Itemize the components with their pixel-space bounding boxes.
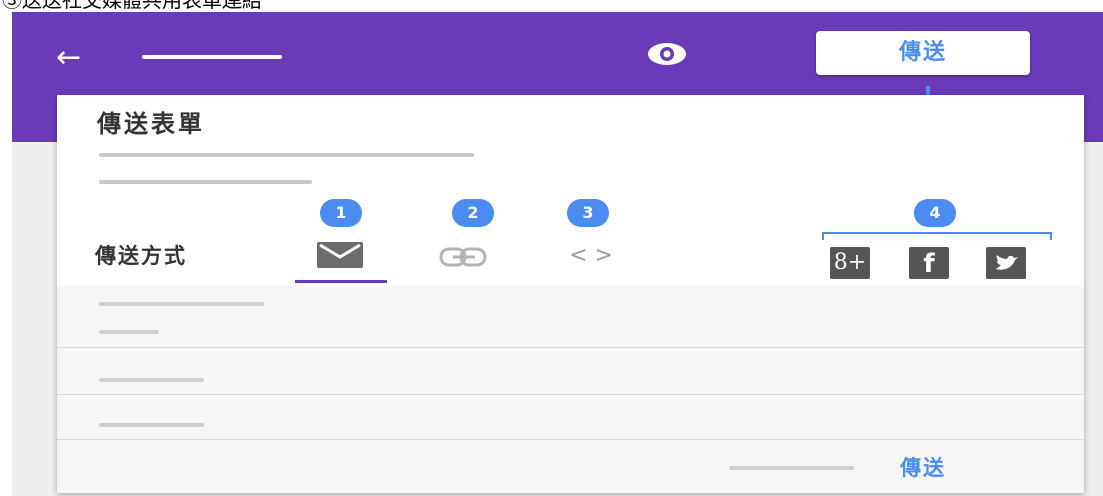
- send-method-label: 傳送方式: [95, 244, 187, 268]
- twitter-icon[interactable]: [986, 247, 1026, 279]
- facebook-icon[interactable]: f: [909, 247, 949, 279]
- form-title-placeholder: [142, 55, 282, 59]
- active-tab-indicator: [295, 280, 387, 283]
- list-item[interactable]: [57, 286, 1084, 346]
- send-form-dialog: 傳送表單 1 2 3 4 傳送方式 < > 8+ f 傳送: [57, 95, 1084, 493]
- placeholder-line: [99, 378, 204, 382]
- divider: [57, 439, 1084, 440]
- list-item[interactable]: [57, 395, 1084, 438]
- send-button-footer[interactable]: 傳送: [900, 454, 946, 482]
- step-badge-1: 1: [320, 199, 362, 227]
- google-plus-icon[interactable]: 8+: [830, 247, 870, 279]
- back-arrow-icon[interactable]: ←: [56, 43, 92, 73]
- placeholder-line: [99, 330, 159, 334]
- eye-icon[interactable]: [646, 41, 688, 67]
- social-group-bracket: [822, 232, 1052, 240]
- list-item[interactable]: [57, 348, 1084, 393]
- step-badge-2: 2: [452, 199, 494, 227]
- link-icon[interactable]: [439, 247, 489, 267]
- page-caption: ③送送社交媒體共用表單連結: [2, 0, 262, 12]
- send-button-header[interactable]: 傳送: [816, 31, 1030, 75]
- placeholder-line: [99, 153, 474, 157]
- placeholder-line: [99, 423, 204, 427]
- placeholder-line: [99, 180, 312, 184]
- email-icon[interactable]: [317, 242, 363, 268]
- embed-code-icon[interactable]: < >: [561, 241, 621, 271]
- placeholder-line: [729, 466, 854, 470]
- step-badge-3: 3: [567, 199, 609, 227]
- step-badge-4: 4: [914, 199, 956, 227]
- placeholder-line: [99, 302, 264, 306]
- dialog-title: 傳送表單: [97, 110, 205, 138]
- forms-send-dialog-screen: ← 傳送 傳送表單 1 2 3 4 傳送方式 < > 8+ f 傳送: [12, 12, 1103, 496]
